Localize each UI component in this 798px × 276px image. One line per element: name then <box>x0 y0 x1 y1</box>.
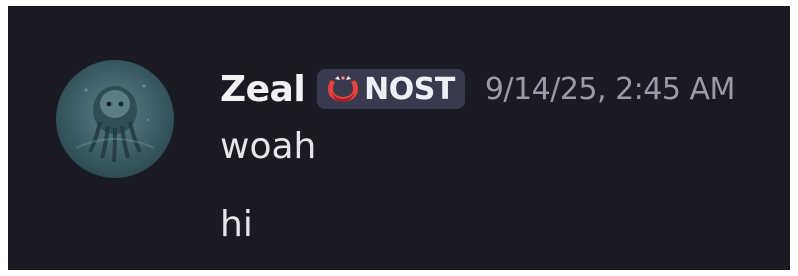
server-tag-badge[interactable]: NOST <box>317 69 465 109</box>
message-timestamp[interactable]: 9/14/25, 2:45 AM <box>485 72 736 107</box>
message-text: hi <box>220 204 253 245</box>
server-tag-label: NOST <box>364 71 455 107</box>
author-username[interactable]: Zeal <box>220 69 306 110</box>
cthulhu-avatar-icon <box>75 84 155 163</box>
message-text: woah <box>220 126 317 167</box>
message-header: Zeal NOST 9/14/25, 2:45 AM <box>220 64 735 114</box>
user-avatar[interactable] <box>56 60 174 178</box>
chat-message-group: Zeal NOST 9/14/25, 2:45 AM woah hi <box>8 6 790 270</box>
red-ring-badge-icon <box>328 76 359 102</box>
